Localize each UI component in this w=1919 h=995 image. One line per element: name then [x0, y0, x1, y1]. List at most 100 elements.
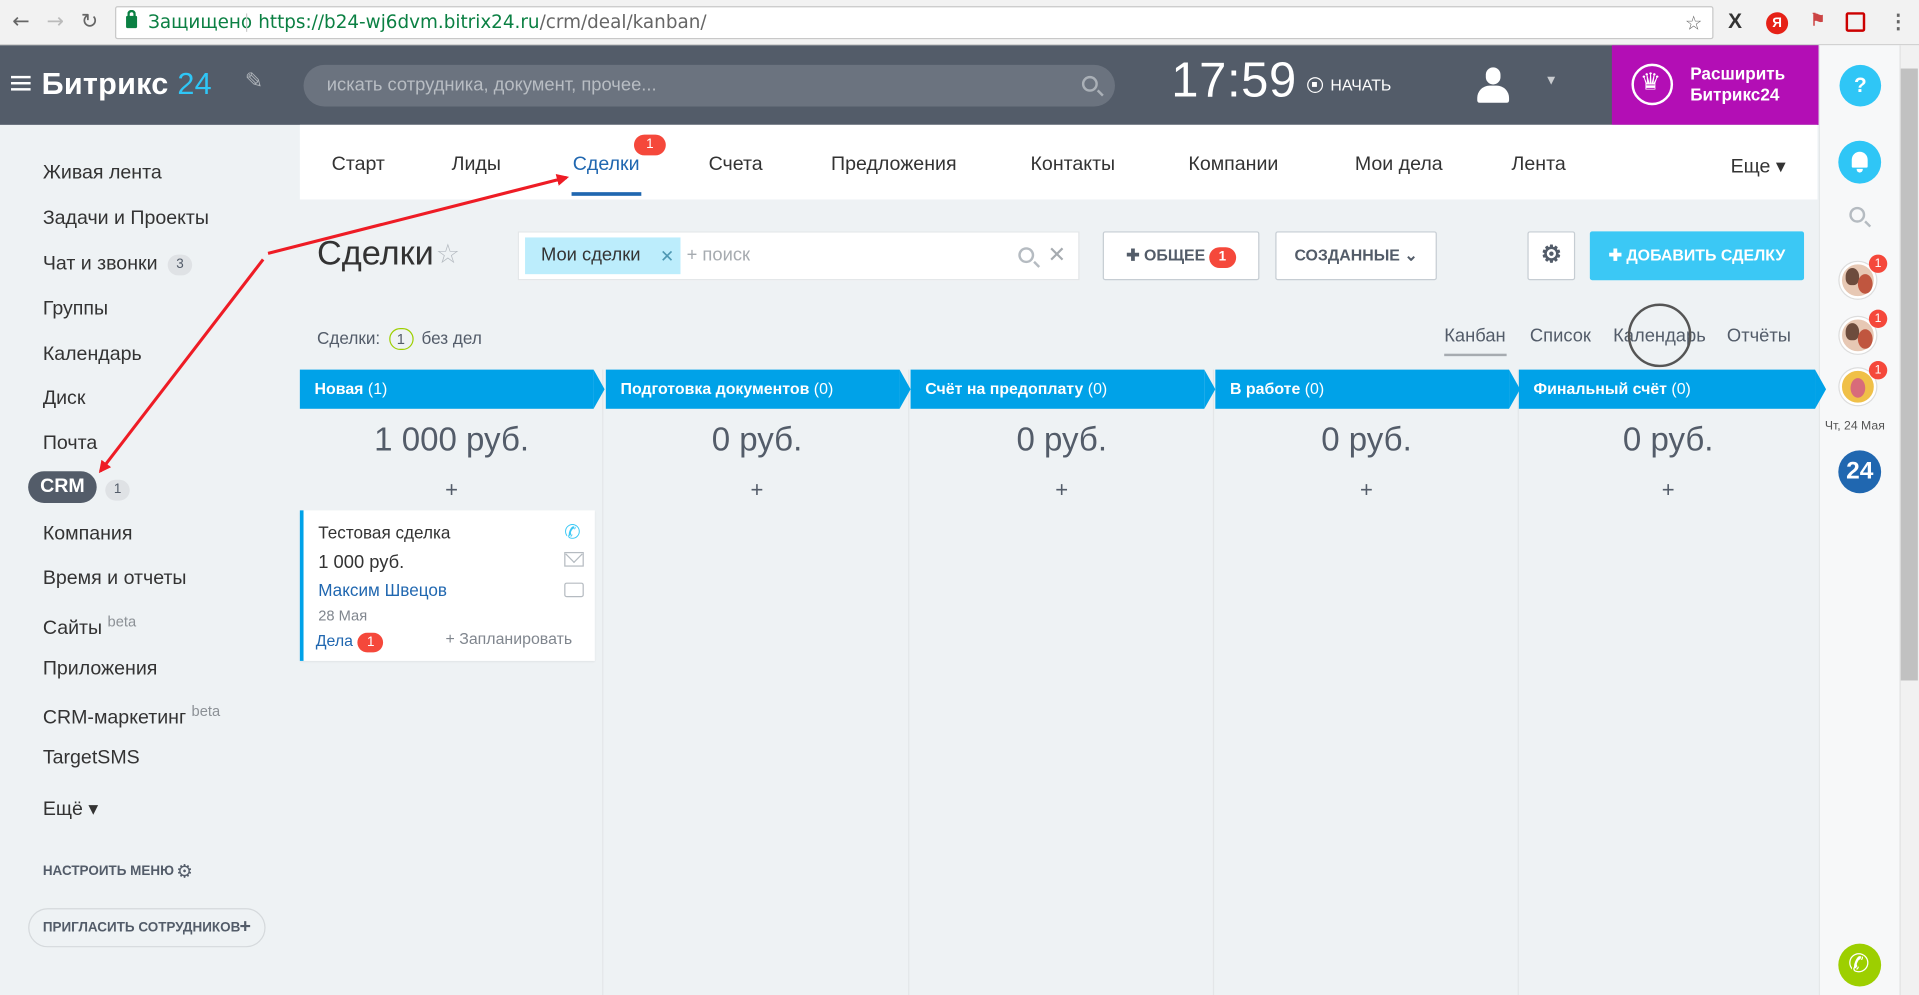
column-header[interactable]: Счёт на предоплату (0): [910, 369, 1216, 409]
cursor-highlight: [1627, 303, 1692, 368]
sidebar-item-sites[interactable]: Сайты beta: [43, 613, 136, 640]
sidebar-item-tasks[interactable]: Задачи и Проекты: [43, 208, 209, 230]
column-sum: 0 руб.: [1622, 421, 1714, 458]
add-card-plus-icon[interactable]: +: [1214, 477, 1519, 503]
add-card-plus-icon[interactable]: +: [605, 477, 910, 503]
reload-icon[interactable]: ↻: [81, 10, 98, 34]
help-button[interactable]: ?: [1839, 64, 1882, 107]
tab-activities[interactable]: Мои дела: [1355, 154, 1443, 176]
plus-icon: +: [239, 916, 251, 938]
add-card-plus-icon[interactable]: +: [909, 477, 1214, 503]
close-icon[interactable]: ✕: [660, 237, 674, 274]
chat-icon[interactable]: [564, 582, 584, 598]
search-icon[interactable]: [1018, 247, 1035, 264]
star-icon[interactable]: ☆: [436, 239, 460, 271]
clear-icon[interactable]: ✕: [1048, 242, 1066, 268]
tab-invoices[interactable]: Счета: [709, 154, 763, 176]
chevron-down-icon[interactable]: ▼: [1545, 73, 1558, 88]
user-avatar-icon[interactable]: [1477, 67, 1510, 104]
view-reports[interactable]: Отчёты: [1727, 326, 1791, 347]
start-label: НАЧАТЬ: [1330, 75, 1392, 95]
pdf-icon[interactable]: ⚑: [1810, 10, 1825, 31]
bookmark-star-icon[interactable]: ☆: [1685, 7, 1703, 38]
header-search-input[interactable]: искать сотрудника, документ, прочее...: [303, 64, 1115, 107]
tab-start[interactable]: Старт: [332, 154, 385, 176]
created-filter-button[interactable]: СОЗДАННЫЕ ⌄: [1275, 231, 1437, 281]
column-header[interactable]: В работе (0): [1215, 369, 1521, 409]
pencil-icon[interactable]: ✎: [245, 69, 263, 95]
filter-search-placeholder: + поиск: [686, 244, 751, 266]
settings-gear-button[interactable]: ⚙: [1527, 231, 1576, 281]
filter-chip[interactable]: Мои сделки ✕: [525, 237, 681, 275]
column-header[interactable]: Новая (1): [299, 369, 605, 409]
bookmark-icon[interactable]: [1845, 12, 1866, 32]
column-header[interactable]: Финальный счёт (0): [1518, 369, 1827, 409]
phone-icon[interactable]: [1838, 943, 1882, 987]
forward-icon[interactable]: →: [47, 10, 64, 34]
tab-companies[interactable]: Компании: [1188, 154, 1278, 176]
tab-feed[interactable]: Лента: [1512, 154, 1566, 176]
clock: 17:59: [1171, 53, 1297, 108]
sidebar-item-more[interactable]: Ещё ▾: [43, 797, 98, 821]
tab-contacts[interactable]: Контакты: [1031, 154, 1116, 176]
sidebar-item-label: Сайты: [42, 618, 103, 639]
add-card-plus-icon[interactable]: +: [1519, 477, 1818, 503]
deals-stat-count[interactable]: 1: [388, 328, 414, 351]
plan-activity-link[interactable]: + Запланировать: [445, 629, 572, 647]
deals-stat-label: Сделки:: [316, 328, 381, 348]
avatar-badge: 1: [1868, 254, 1888, 273]
gear-icon[interactable]: ⚙: [176, 860, 192, 883]
invite-label: ПРИГЛАСИТЬ СОТРУДНИКОВ: [42, 920, 241, 936]
column-count: (0): [1087, 379, 1108, 398]
sidebar-item-groups[interactable]: Группы: [43, 299, 108, 321]
sidebar-item-company[interactable]: Компания: [43, 524, 133, 546]
tab-quotes[interactable]: Предложения: [831, 154, 957, 176]
add-deal-button[interactable]: ✚ ДОБАВИТЬ СДЕЛКУ: [1589, 231, 1805, 281]
menu-dots-icon[interactable]: ⋮: [1888, 10, 1908, 34]
sidebar-item-disk[interactable]: Диск: [43, 388, 86, 410]
beta-label: beta: [191, 702, 221, 720]
start-workday-button[interactable]: НАЧАТЬ: [1307, 76, 1391, 94]
bell-icon[interactable]: [1838, 140, 1882, 184]
column-name: Подготовка документов: [620, 379, 810, 398]
add-card-plus-icon[interactable]: +: [300, 477, 604, 503]
back-icon[interactable]: ←: [12, 10, 29, 34]
expand-plan-button[interactable]: РасширитьБитрикс24: [1611, 45, 1819, 125]
general-filter-button[interactable]: ✚ ОБЩЕЕ 1: [1102, 231, 1260, 281]
sidebar-item-chat[interactable]: Чат и звонки: [43, 253, 158, 275]
x-extension-icon[interactable]: X: [1728, 10, 1742, 34]
yandex-icon[interactable]: Я: [1766, 12, 1789, 35]
sidebar-item-crm[interactable]: CRM: [28, 471, 97, 504]
general-label: ОБЩЕЕ: [1144, 246, 1206, 265]
column-header[interactable]: Подготовка документов (0): [605, 369, 911, 409]
deal-tasks-link[interactable]: Дела 1: [316, 632, 384, 653]
tab-deals[interactable]: Сделки: [573, 154, 640, 176]
sidebar-item-calendar[interactable]: Календарь: [43, 344, 142, 366]
kanban-column: [1519, 370, 1818, 995]
sidebar-item-apps[interactable]: Приложения: [43, 658, 158, 680]
sidebar-item-mail[interactable]: Почта: [43, 433, 97, 455]
address-bar[interactable]: Защищено https://b24-wj6dvm.bitrix24.ru/…: [115, 6, 1714, 40]
sidebar-item-crm-marketing[interactable]: CRM-маркетинг beta: [43, 703, 220, 730]
deal-title[interactable]: Тестовая сделка: [318, 523, 450, 543]
sidebar-item-time[interactable]: Время и отчеты: [43, 568, 187, 590]
invite-button[interactable]: ПРИГЛАСИТЬ СОТРУДНИКОВ +: [28, 908, 266, 948]
view-list[interactable]: Список: [1530, 326, 1591, 347]
scrollbar-thumb[interactable]: [1900, 68, 1918, 681]
b24-button[interactable]: 24: [1838, 450, 1882, 494]
menu-burger-icon[interactable]: [11, 75, 31, 91]
sidebar-item-feed[interactable]: Живая лента: [43, 163, 162, 185]
deal-client-link[interactable]: Максим Швецов: [318, 580, 447, 600]
tab-leads[interactable]: Лиды: [452, 154, 501, 176]
right-search-icon[interactable]: [1849, 206, 1866, 223]
logo[interactable]: Битрикс 24: [42, 67, 212, 102]
column-name: Финальный счёт: [1533, 379, 1667, 398]
mail-icon[interactable]: [564, 551, 584, 567]
setup-menu-link[interactable]: НАСТРОИТЬ МЕНЮ: [43, 864, 174, 879]
url-text[interactable]: https://b24-wj6dvm.bitrix24.ru/crm/deal/…: [258, 7, 706, 38]
tab-more[interactable]: Еще ▾: [1731, 154, 1786, 178]
phone-icon[interactable]: ✆: [564, 520, 580, 544]
sidebar-item-targetsms[interactable]: TargetSMS: [43, 748, 140, 770]
view-kanban[interactable]: Канбан: [1444, 326, 1506, 347]
column-sum: 0 руб.: [1016, 421, 1108, 458]
